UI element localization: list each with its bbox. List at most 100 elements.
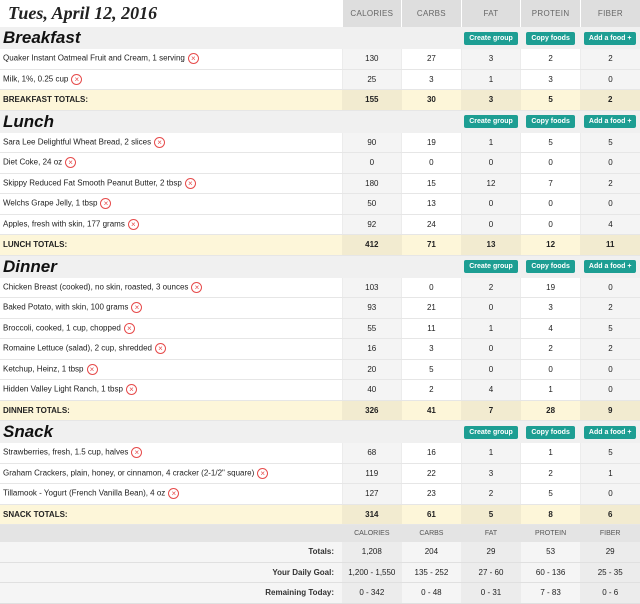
food-name[interactable]: Apples, fresh with skin, 177 grams bbox=[3, 219, 125, 228]
food-name[interactable]: Broccoli, cooked, 1 cup, chopped bbox=[3, 323, 121, 332]
food-row[interactable]: Romaine Lettuce (salad), 2 cup, shredded… bbox=[0, 338, 640, 360]
food-name[interactable]: Ketchup, Heinz, 1 tbsp bbox=[3, 364, 84, 373]
remove-food-icon[interactable]: × bbox=[154, 136, 166, 148]
food-fat: 2 bbox=[460, 483, 521, 505]
food-row[interactable]: Hidden Valley Light Ranch, 1 tbsp × 40 2 4 1 0 bbox=[0, 379, 640, 401]
remove-food-icon[interactable]: × bbox=[65, 157, 77, 169]
food-row[interactable]: Welchs Grape Jelly, 1 tbsp × 50 13 0 0 0 bbox=[0, 193, 640, 215]
food-protein: 2 bbox=[520, 463, 581, 484]
food-name[interactable]: Graham Crackers, plain, honey, or cinnam… bbox=[3, 468, 254, 477]
food-name[interactable]: Quaker Instant Oatmeal Fruit and Cream, … bbox=[3, 54, 185, 63]
food-fiber: 5 bbox=[579, 318, 640, 339]
create-group-button[interactable]: Create group bbox=[464, 425, 518, 439]
remove-food-icon[interactable]: × bbox=[257, 467, 269, 479]
remove-food-icon[interactable]: × bbox=[71, 73, 83, 85]
total-protein: 28 bbox=[520, 400, 581, 421]
food-row[interactable]: Quaker Instant Oatmeal Fruit and Cream, … bbox=[0, 49, 640, 70]
food-fat: 1 bbox=[460, 69, 521, 90]
food-carbs: 5 bbox=[401, 359, 462, 380]
food-carbs: 13 bbox=[401, 193, 462, 215]
food-row[interactable]: Broccoli, cooked, 1 cup, chopped × 55 11 1 4 5 bbox=[0, 318, 640, 339]
food-calories: 20 bbox=[341, 359, 402, 380]
remove-food-icon[interactable]: × bbox=[125, 384, 137, 396]
food-name[interactable]: Strawberries, fresh, 1.5 cup, halves bbox=[3, 448, 128, 457]
remove-food-icon[interactable]: × bbox=[131, 302, 143, 314]
summary-carbs: 0 - 48 bbox=[401, 582, 462, 604]
food-carbs: 0 bbox=[401, 152, 462, 174]
meal-header-dinner: Dinner Create group Copy foods Add a food + bbox=[0, 255, 640, 278]
food-row[interactable]: Apples, fresh with skin, 177 grams × 92 24 0… bbox=[0, 214, 640, 235]
copy-foods-button[interactable]: Copy foods bbox=[526, 425, 575, 439]
remaining-today-row: Remaining Today: 0 - 342 0 - 48 0 - 31 7 - 8… bbox=[0, 582, 640, 604]
summary-calories: 1,208 bbox=[342, 542, 402, 563]
food-carbs: 2 bbox=[401, 379, 462, 401]
food-fat: 12 bbox=[460, 173, 521, 194]
summary-totals-row: Totals: 1,208 204 29 53 29 bbox=[0, 542, 640, 563]
remove-food-icon[interactable]: × bbox=[131, 447, 143, 459]
add-food-button[interactable]: Add a food + bbox=[583, 31, 637, 45]
meal-title: Breakfast bbox=[0, 27, 343, 49]
add-food-button[interactable]: Add a food + bbox=[583, 260, 637, 273]
remove-food-icon[interactable]: × bbox=[123, 322, 135, 334]
copy-foods-button[interactable]: Copy foods bbox=[526, 115, 575, 128]
food-name[interactable]: Skippy Reduced Fat Smooth Peanut Butter,… bbox=[3, 178, 182, 187]
food-protein: 0 bbox=[520, 359, 581, 380]
food-row[interactable]: Graham Crackers, plain, honey, or cinnam… bbox=[0, 463, 640, 484]
food-calories: 130 bbox=[341, 49, 402, 70]
food-cell: Diet Coke, 24 oz × bbox=[0, 152, 343, 174]
total-carbs: 30 bbox=[401, 89, 462, 111]
remove-food-icon[interactable]: × bbox=[184, 177, 196, 189]
add-food-button[interactable]: Add a food + bbox=[583, 425, 637, 439]
food-row[interactable]: Baked Potato, with skin, 100 grams × 93 21 0… bbox=[0, 297, 640, 319]
food-name[interactable]: Tillamook - Yogurt (French Vanilla Bean)… bbox=[3, 489, 165, 498]
daily-goal-row: Your Daily Goal: 1,200 - 1,550 135 - 252 27… bbox=[0, 562, 640, 583]
remove-food-icon[interactable]: × bbox=[187, 53, 199, 65]
food-row[interactable]: Tillamook - Yogurt (French Vanilla Bean)… bbox=[0, 483, 640, 505]
food-name[interactable]: Chicken Breast (cooked), no skin, roaste… bbox=[3, 282, 188, 291]
create-group-button[interactable]: Create group bbox=[464, 115, 518, 128]
remove-food-icon[interactable]: × bbox=[86, 363, 98, 375]
summary-col-carbs: CARBS bbox=[401, 524, 462, 542]
remove-food-icon[interactable]: × bbox=[168, 488, 180, 500]
food-row[interactable]: Chicken Breast (cooked), no skin, roaste… bbox=[0, 277, 640, 298]
food-calories: 16 bbox=[341, 338, 402, 360]
food-row[interactable]: Sara Lee Delightful Wheat Bread, 2 slice… bbox=[0, 132, 640, 153]
copy-foods-button[interactable]: Copy foods bbox=[526, 260, 575, 273]
food-name[interactable]: Welchs Grape Jelly, 1 tbsp bbox=[3, 199, 97, 208]
food-name[interactable]: Baked Potato, with skin, 100 grams bbox=[3, 303, 128, 312]
create-group-button[interactable]: Create group bbox=[464, 31, 518, 45]
food-cell: Sara Lee Delightful Wheat Bread, 2 slice… bbox=[0, 132, 343, 153]
add-food-button[interactable]: Add a food + bbox=[583, 115, 637, 128]
food-carbs: 19 bbox=[401, 132, 462, 153]
total-calories: 155 bbox=[342, 89, 402, 111]
food-name[interactable]: Milk, 1%, 0.25 cup bbox=[3, 74, 68, 83]
summary-label: Remaining Today: bbox=[0, 582, 343, 604]
create-group-button[interactable]: Create group bbox=[464, 260, 518, 273]
remove-food-icon[interactable]: × bbox=[127, 218, 139, 230]
total-fiber: 11 bbox=[580, 234, 640, 256]
food-row[interactable]: Diet Coke, 24 oz × 0 0 0 0 0 bbox=[0, 152, 640, 174]
food-calories: 90 bbox=[341, 132, 402, 153]
food-fat: 0 bbox=[460, 152, 521, 174]
total-carbs: 61 bbox=[401, 504, 462, 525]
meal-header-breakfast: Breakfast Create group Copy foods Add a foo… bbox=[0, 27, 640, 49]
food-name[interactable]: Hidden Valley Light Ranch, 1 tbsp bbox=[3, 385, 123, 394]
food-name[interactable]: Sara Lee Delightful Wheat Bread, 2 slice… bbox=[3, 137, 151, 146]
food-row[interactable]: Skippy Reduced Fat Smooth Peanut Butter,… bbox=[0, 173, 640, 194]
food-protein: 5 bbox=[520, 483, 581, 505]
summary-protein: 7 - 83 bbox=[520, 582, 581, 604]
food-row[interactable]: Strawberries, fresh, 1.5 cup, halves × 68 1… bbox=[0, 443, 640, 464]
food-row[interactable]: Ketchup, Heinz, 1 tbsp × 20 5 0 0 0 bbox=[0, 359, 640, 380]
copy-foods-button[interactable]: Copy foods bbox=[526, 31, 575, 45]
remove-food-icon[interactable]: × bbox=[191, 281, 203, 293]
food-name[interactable]: Diet Coke, 24 oz bbox=[3, 158, 62, 167]
food-fiber: 0 bbox=[579, 277, 640, 298]
food-fiber: 0 bbox=[579, 69, 640, 90]
food-fiber: 5 bbox=[579, 443, 640, 464]
food-name[interactable]: Romaine Lettuce (salad), 2 cup, shredded bbox=[3, 344, 152, 353]
food-fat: 4 bbox=[460, 379, 521, 401]
remove-food-icon[interactable]: × bbox=[100, 198, 112, 210]
meal-header-snack: Snack Create group Copy foods Add a food + bbox=[0, 420, 640, 443]
food-row[interactable]: Milk, 1%, 0.25 cup × 25 3 1 3 0 bbox=[0, 69, 640, 90]
remove-food-icon[interactable]: × bbox=[154, 343, 166, 355]
